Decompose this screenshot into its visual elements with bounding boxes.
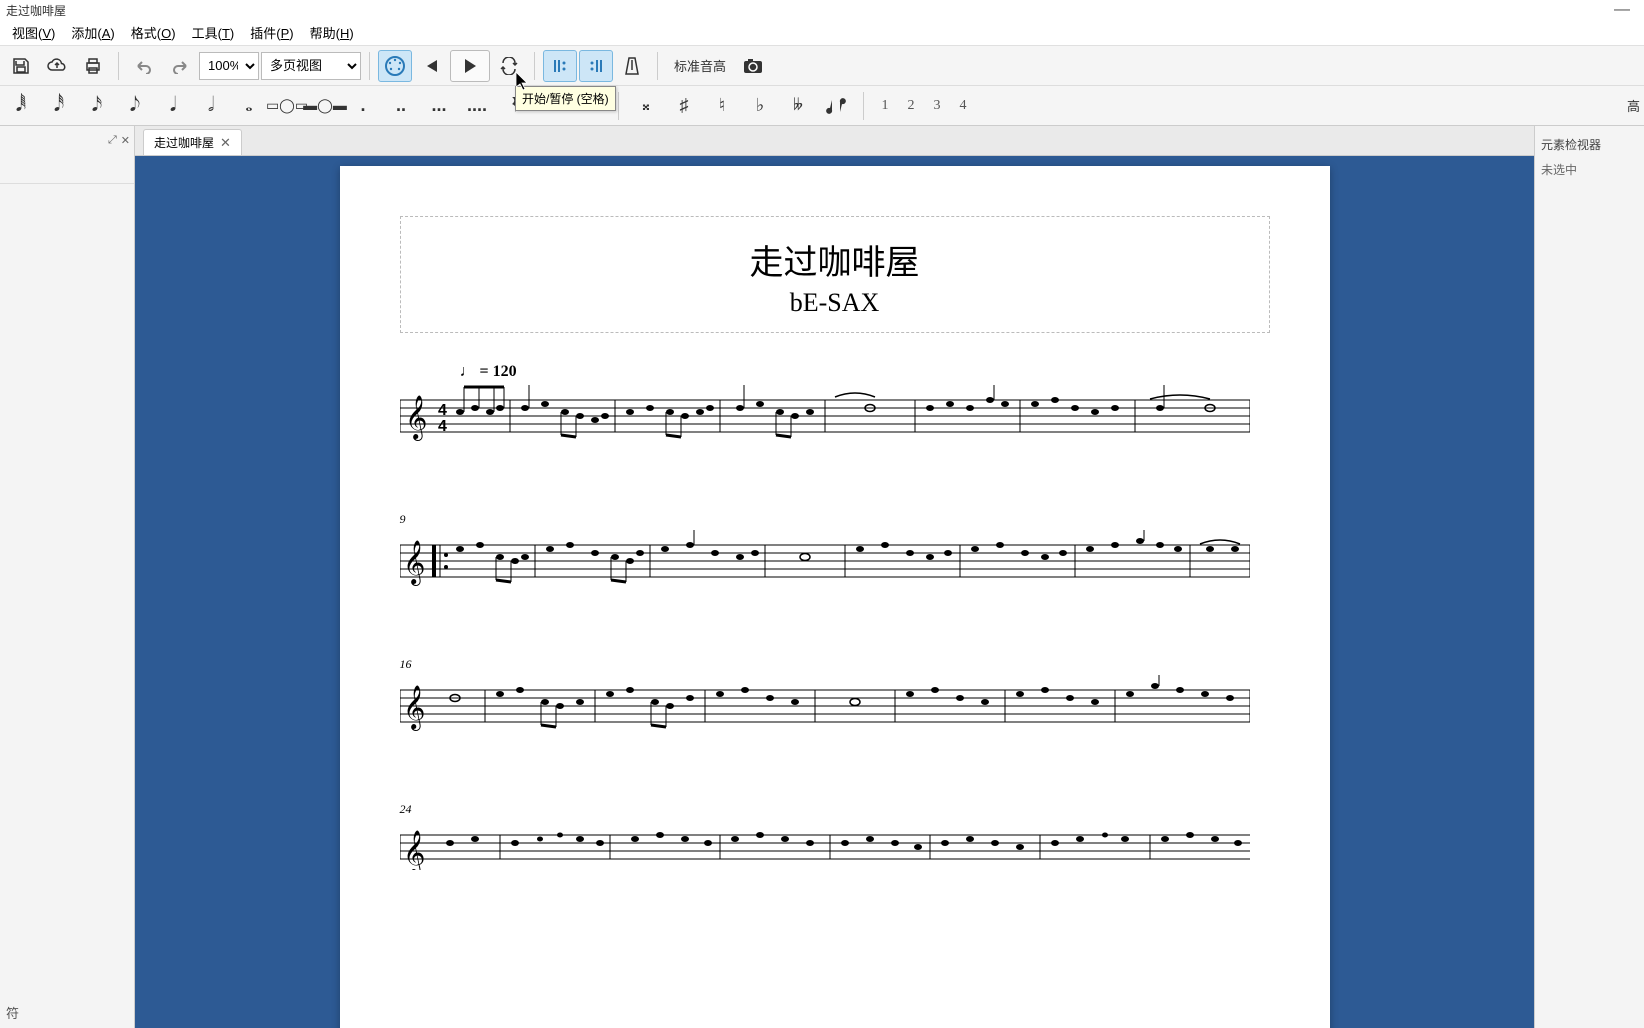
tempo-marking[interactable]: ♩ = 120 [460, 363, 1270, 381]
score-title[interactable]: 走过咖啡屋 [421, 235, 1249, 284]
dot-4-button[interactable]: .... [460, 90, 494, 122]
svg-text:𝄞: 𝄞 [405, 396, 427, 441]
voice-2-button[interactable]: 2 [900, 93, 922, 119]
palette-search-row: ✕ [0, 154, 134, 184]
panel-expand-icon[interactable]: ⤢ [108, 134, 117, 147]
dot-3-button[interactable]: ... [422, 90, 456, 122]
redo-button[interactable] [163, 50, 197, 82]
document-tab[interactable]: 走过咖啡屋 ✕ [143, 129, 242, 155]
voice-3-button[interactable]: 3 [926, 93, 948, 119]
voice-1-button[interactable]: 1 [874, 93, 896, 119]
rewind-button[interactable] [414, 50, 448, 82]
svg-text:𝄞: 𝄞 [403, 831, 425, 870]
svg-text:4: 4 [438, 402, 447, 419]
note-32nd-button[interactable]: 𝅘𝅥𝅰 [42, 90, 76, 122]
toolbar-separator [118, 52, 119, 80]
view-mode-select[interactable]: 多页视图 [261, 52, 361, 80]
staff-system-3[interactable]: 16 𝄞 [400, 675, 1270, 750]
staff-system-2[interactable]: 9 𝄞 [400, 530, 1270, 605]
toolbar-separator [657, 52, 658, 80]
double-flat-button[interactable]: 𝄫 [781, 90, 815, 122]
cloud-upload-button[interactable] [40, 50, 74, 82]
loop-in-button[interactable] [543, 50, 577, 82]
window-titlebar: 走过咖啡屋 — [0, 0, 1644, 20]
toolbar-separator [863, 92, 864, 120]
minimize-button[interactable]: — [1614, 1, 1638, 19]
score-page[interactable]: 走过咖啡屋 bE-SAX ♩ = 120 𝄞 4 4 [340, 166, 1330, 1028]
inspector-title: 元素检视器 [1541, 132, 1638, 157]
note-8th-button[interactable]: 𝅘𝅥𝅮 [118, 90, 152, 122]
svg-text:𝄞: 𝄞 [403, 541, 425, 586]
main-toolbar: 100% 多页视图 标准音高 [0, 46, 1644, 86]
menu-format[interactable]: 格式(O) [123, 20, 184, 45]
note-half-button[interactable]: 𝅗𝅥 [194, 90, 228, 122]
content-row: ⤢ ✕ ✕ 符 走过咖啡屋 ✕ 走过咖啡屋 bE-SAX ♩ = 120 [0, 126, 1644, 1028]
dot-2-button[interactable]: .. [384, 90, 418, 122]
score-subtitle[interactable]: bE-SAX [421, 288, 1249, 318]
measure-number: 16 [400, 657, 412, 672]
toolbar-separator [534, 52, 535, 80]
staff-system-4[interactable]: 24 𝄞 [400, 820, 1270, 875]
note-toolbar: 𝅘𝅥𝅱 𝅘𝅥𝅰 𝅘𝅥𝅯 𝅘𝅥𝅮 𝅘𝅥 𝅗𝅥 𝅝 ▭◯▭ ▬◯▬ . .. ...… [0, 86, 1644, 126]
toolbar-separator [369, 52, 370, 80]
menubar: 视图(V) 添加(A) 格式(O) 工具(T) 插件(P) 帮助(H) [0, 20, 1644, 46]
menu-view[interactable]: 视图(V) [4, 20, 63, 45]
flip-button[interactable] [819, 90, 853, 122]
loop-out-button[interactable] [579, 50, 613, 82]
window-title: 走过咖啡屋 [6, 2, 66, 19]
play-pause-button[interactable] [450, 50, 490, 82]
toolbar-separator [618, 92, 619, 120]
voice-4-button[interactable]: 4 [952, 93, 974, 119]
measure-number: 24 [400, 802, 412, 817]
palette-footer-char: 符 [0, 997, 134, 1028]
note-longa-button[interactable]: ▬◯▬ [308, 90, 342, 122]
main-area: 走过咖啡屋 ✕ 走过咖啡屋 bE-SAX ♩ = 120 [135, 126, 1534, 1028]
double-sharp-button[interactable]: 𝄪 [629, 90, 663, 122]
menu-tools[interactable]: 工具(T) [184, 20, 243, 45]
flat-button[interactable]: ♭ [743, 90, 777, 122]
natural-button[interactable]: ♮ [705, 90, 739, 122]
inspector-status: 未选中 [1541, 157, 1638, 182]
metronome-button[interactable] [615, 50, 649, 82]
panel-close-icon[interactable]: ✕ [121, 134, 130, 147]
pitch-label: 标准音高 [666, 56, 734, 75]
note-64th-button[interactable]: 𝅘𝅥𝅱 [4, 90, 38, 122]
note-whole-button[interactable]: 𝅝 [232, 90, 266, 122]
sharp-button[interactable]: ♯ [667, 90, 701, 122]
score-viewport[interactable]: 走过咖啡屋 bE-SAX ♩ = 120 𝄞 4 4 [135, 156, 1534, 1028]
save-button[interactable] [4, 50, 38, 82]
note-16th-button[interactable]: 𝅘𝅥𝅯 [80, 90, 114, 122]
note-breve-button[interactable]: ▭◯▭ [270, 90, 304, 122]
measure-number: 9 [400, 512, 406, 527]
menu-plugins[interactable]: 插件(P) [242, 20, 301, 45]
undo-button[interactable] [127, 50, 161, 82]
svg-text:𝄞: 𝄞 [403, 686, 425, 731]
staff-system-1[interactable]: 𝄞 4 4 [400, 385, 1270, 460]
loop-button[interactable] [492, 50, 526, 82]
palette-body [0, 184, 134, 997]
title-frame[interactable]: 走过咖啡屋 bE-SAX [400, 216, 1270, 333]
inspector-panel: 元素检视器 未选中 [1534, 126, 1644, 1028]
print-button[interactable] [76, 50, 110, 82]
menu-add[interactable]: 添加(A) [63, 20, 122, 45]
tab-strip: 走过咖啡屋 ✕ [135, 126, 1534, 156]
zoom-select[interactable]: 100% [199, 52, 259, 80]
menu-help[interactable]: 帮助(H) [302, 20, 362, 45]
note-quarter-button[interactable]: 𝅘𝅥 [156, 90, 190, 122]
camera-button[interactable] [736, 50, 770, 82]
midi-input-button[interactable] [378, 50, 412, 82]
dot-1-button[interactable]: . [346, 90, 380, 122]
tab-label: 走过咖啡屋 [154, 134, 214, 151]
tab-close-button[interactable]: ✕ [220, 135, 231, 151]
palette-panel: ⤢ ✕ ✕ 符 [0, 126, 135, 1028]
right-edge-label: 高 [1627, 96, 1640, 115]
svg-text:4: 4 [438, 418, 447, 435]
palette-header: ⤢ ✕ [0, 126, 134, 154]
play-tooltip: 开始/暂停 (空格) [515, 86, 616, 111]
